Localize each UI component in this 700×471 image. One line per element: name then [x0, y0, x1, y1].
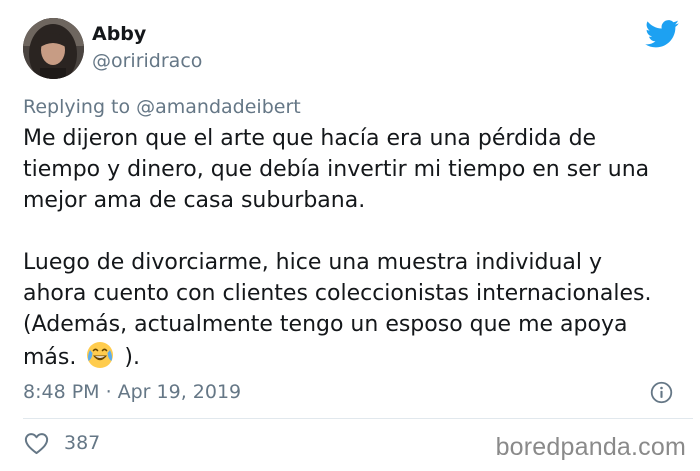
info-icon[interactable] — [650, 381, 673, 404]
face-with-tears-of-joy-icon — [87, 342, 114, 368]
tweet-line: Me dijeron que el arte que hacía era una… — [23, 126, 597, 151]
tweet-line: (Además, actualmente tengo un esposo que… — [23, 312, 628, 337]
tweet-date: Apr 19, 2019 — [117, 381, 242, 403]
tweet-paragraph-2: Luego de divorciarme, hice una muestra i… — [23, 247, 693, 373]
twitter-bird-icon[interactable] — [645, 20, 679, 48]
divider — [23, 418, 693, 419]
tweet-paragraph-1: Me dijeron que el arte que hacía era una… — [23, 123, 693, 216]
reply-context: Replying to @amandadeibert — [23, 94, 301, 120]
tweet-line: tiempo y dinero, que debía invertir mi t… — [23, 157, 650, 182]
tweet-line: Luego de divorciarme, hice una muestra i… — [23, 250, 603, 275]
tweet-line: mejor ama de casa suburbana. — [23, 188, 366, 213]
like-count: 387 — [64, 432, 101, 454]
tweet-card: Abby @oriridraco Replying to @amandadeibe… — [0, 0, 700, 471]
heart-icon[interactable] — [24, 432, 49, 455]
tweet-text-segment: más. — [23, 345, 77, 370]
tweet-line-last: más. ). — [23, 340, 693, 373]
tweet-text: Me dijeron que el arte que hacía era una… — [23, 123, 693, 373]
timestamp[interactable]: 8:48 PM · Apr 19, 2019 — [23, 380, 241, 404]
watermark: boredpanda.com — [495, 433, 686, 461]
meta-separator: · — [105, 381, 112, 403]
display-name[interactable]: Abby — [92, 22, 146, 46]
author-handle[interactable]: @oriridraco — [92, 49, 202, 73]
avatar[interactable] — [23, 18, 84, 79]
tweet-text-segment: ). — [124, 345, 140, 370]
tweet-line: ahora cuento con clientes coleccionistas… — [23, 281, 652, 306]
avatar-image — [23, 18, 84, 79]
reply-prefix: Replying to — [23, 96, 131, 118]
tweet-time: 8:48 PM — [23, 381, 100, 403]
reply-handle-link[interactable]: @amandadeibert — [136, 96, 301, 118]
